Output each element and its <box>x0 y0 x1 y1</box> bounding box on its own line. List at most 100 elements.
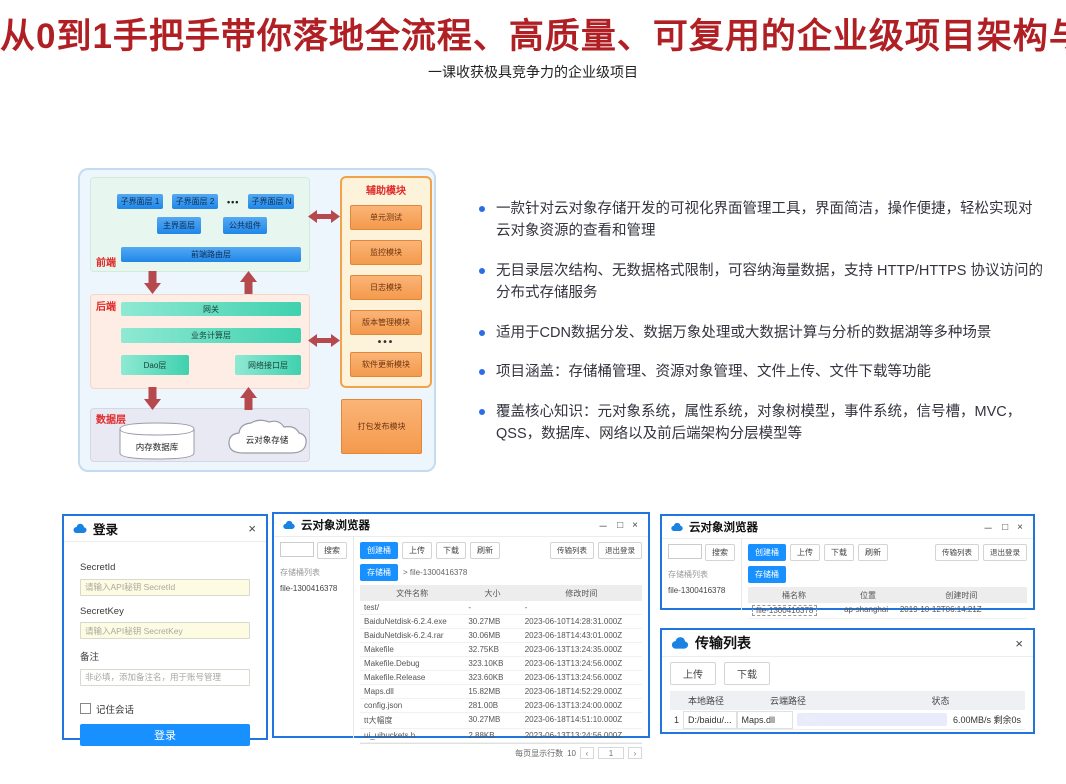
up-arrow-backend-frontend <box>240 271 257 294</box>
svg-text:内存数据库: 内存数据库 <box>136 442 179 452</box>
cloud-icon <box>670 636 690 650</box>
list-item: 一款针对云对象存储开发的可视化界面管理工具，界面简洁，操作便捷，轻松实现对云对象… <box>479 198 1043 243</box>
bucket-list-item[interactable]: file-1300416378 <box>280 584 347 593</box>
remember-session-checkbox[interactable] <box>80 703 91 714</box>
ellipsis-dots: ••• <box>378 340 395 346</box>
note-label: 备注 <box>80 649 250 663</box>
search-button[interactable]: 搜索 <box>705 544 735 561</box>
bucket-name-cell[interactable]: file-1300416378 <box>752 605 817 616</box>
create-bucket-button[interactable]: 创建桶 <box>360 542 398 559</box>
close-icon[interactable]: × <box>1013 636 1025 651</box>
secretid-label: SecretId <box>80 562 250 573</box>
diagram-box-sub-ui-n: 子界面层 N <box>248 194 294 209</box>
login-title-bar: 登录 × <box>64 516 266 542</box>
table-header: 文件名称 大小 修改时间 <box>360 585 642 601</box>
table-row[interactable]: tt大幅度30.27MB2023-06-18T14:51:10.000Z <box>360 713 642 729</box>
upload-tab-button[interactable]: 上传 <box>670 662 716 685</box>
upload-button[interactable]: 上传 <box>402 542 432 559</box>
bucket-root-button[interactable]: 存储桶 <box>360 564 398 581</box>
progress-percent-label: 75% <box>801 713 818 726</box>
table-row[interactable]: test/-- <box>360 601 642 615</box>
bucket-list-item[interactable]: file-1300416378 <box>668 586 735 595</box>
col-bucket-name: 桶名称 <box>748 587 840 603</box>
table-row[interactable]: BaiduNetdisk-6.2.4.rar30.06MB2023-06-18T… <box>360 629 642 643</box>
minimize-icon[interactable]: － <box>981 520 995 535</box>
window-title: 云对象浏览器 <box>689 519 758 535</box>
diagram-box-frontend-router: 前端路由层 <box>121 247 301 262</box>
create-bucket-button[interactable]: 创建桶 <box>748 544 786 561</box>
window-title: 登录 <box>93 519 118 538</box>
close-icon[interactable]: × <box>630 520 640 531</box>
table-row[interactable]: Makefile.Release323.60KB2023-06-13T13:24… <box>360 671 642 685</box>
download-button[interactable]: 下载 <box>436 542 466 559</box>
login-window: 登录 × SecretId SecretKey 备注 记住会话 登录 <box>62 514 268 740</box>
table-header: 桶名称 位置 创建时间 <box>748 587 1027 603</box>
refresh-button[interactable]: 刷新 <box>858 544 888 561</box>
local-path-cell: D:/baidu/... <box>683 711 737 729</box>
col-local-path: 本地路径 <box>684 691 766 710</box>
page-subtitle: 一课收获极具竞争力的企业级项目 <box>0 62 1066 82</box>
table-row[interactable]: ui_uibuckets.h2.88KB2023-06-13T13:24:56.… <box>360 729 642 743</box>
cloud-icon <box>670 522 684 532</box>
next-page-button[interactable]: › <box>628 747 642 759</box>
table-row[interactable]: Maps.dll15.82MB2023-06-18T14:52:29.000Z <box>360 685 642 699</box>
upload-button[interactable]: 上传 <box>790 544 820 561</box>
prev-page-button[interactable]: ‹ <box>580 747 594 759</box>
page-size-label: 每页显示行数 <box>515 748 563 759</box>
backend-zone-label: 后端 <box>96 298 116 313</box>
login-button[interactable]: 登录 <box>80 724 250 746</box>
minimize-icon[interactable]: － <box>596 518 610 533</box>
download-tab-button[interactable]: 下载 <box>724 662 770 685</box>
bullet-dot-icon <box>479 330 485 336</box>
bucket-sidebar: 搜索 存储桶列表 file-1300416378 <box>274 537 354 738</box>
table-row[interactable]: file-1300416378 ap-shanghai 2019-10-12T0… <box>748 603 1027 619</box>
close-icon[interactable]: × <box>1015 522 1025 533</box>
col-remote-path: 云端路径 <box>766 691 856 710</box>
secretkey-field[interactable] <box>80 622 250 639</box>
data-layer-zone: 数据层 内存数据库 云对象存储 <box>90 408 310 462</box>
transfer-list-button[interactable]: 传输列表 <box>935 544 979 561</box>
table-row[interactable]: Makefile.Debug323.10KB2023-06-13T13:24:5… <box>360 657 642 671</box>
col-location: 位置 <box>840 587 896 603</box>
list-item: 覆盖核心知识：元对象系统，属性系统，对象树模型，事件系统，信号槽，MVC，QSS… <box>479 401 1043 446</box>
transfer-row[interactable]: 1 D:/baidu/... Maps.dll 75% 6.00MB/s 剩余0… <box>670 710 1025 730</box>
secretid-field[interactable] <box>80 579 250 596</box>
diagram-box-sub-ui-1: 子界面层 1 <box>117 194 163 209</box>
col-mtime: 修改时间 <box>521 585 642 601</box>
close-icon[interactable]: × <box>246 521 258 536</box>
logout-button[interactable]: 退出登录 <box>598 542 642 559</box>
maximize-icon[interactable]: □ <box>615 520 625 531</box>
page-title: 从0到1手把手带你落地全流程、高质量、可复用的企业级项目架构与业务 <box>0 8 1066 59</box>
bullet-text: 无目录层次结构、无数据格式限制，可容纳海量数据，支持 HTTP/HTTPS 协议… <box>496 260 1043 305</box>
refresh-button[interactable]: 刷新 <box>470 542 500 559</box>
cloud-object-storage-icon: 云对象存储 <box>221 417 311 461</box>
search-input[interactable] <box>668 544 702 559</box>
diagram-box-common-components: 公共组件 <box>223 217 267 234</box>
memory-database-cylinder-icon: 内存数据库 <box>118 422 196 460</box>
window-title: 传输列表 <box>695 633 751 653</box>
table-row[interactable]: Makefile32.75KB2023-06-13T13:24:35.000Z <box>360 643 642 657</box>
logout-button[interactable]: 退出登录 <box>983 544 1027 561</box>
transfer-list-button[interactable]: 传输列表 <box>550 542 594 559</box>
maximize-icon[interactable]: □ <box>1000 522 1010 533</box>
bullet-dot-icon <box>479 268 485 274</box>
bucket-ctime-cell: 2019-10-12T06:14:21Z <box>896 603 1027 618</box>
table-row[interactable]: BaiduNetdisk-6.2.4.exe30.27MB2023-06-10T… <box>360 615 642 629</box>
list-item: 适用于CDN数据分发、数据万象处理或大数据计算与分析的数据湖等多种场景 <box>479 322 1043 344</box>
window-title-bar: 传输列表 × <box>662 630 1033 657</box>
table-row[interactable]: config.json281.00B2023-06-13T13:24:00.00… <box>360 699 642 713</box>
aux-modules-title: 辅助模块 <box>366 182 406 197</box>
diagram-box-monitor-module: 监控模块 <box>350 240 422 265</box>
transfer-speed-label: 6.00MB/s 剩余0s <box>953 713 1021 726</box>
diagram-box-business-layer: 业务计算层 <box>121 328 301 343</box>
bucket-root-button[interactable]: 存储桶 <box>748 566 786 583</box>
current-page-field[interactable]: 1 <box>598 747 624 759</box>
download-button[interactable]: 下载 <box>824 544 854 561</box>
search-button[interactable]: 搜索 <box>317 542 347 559</box>
frontend-zone: 子界面层 1 子界面层 2 ••• 子界面层 N 主界面层 公共组件 前端路由层… <box>90 177 310 272</box>
bucket-sidebar: 搜索 存储桶列表 file-1300416378 <box>662 539 742 610</box>
frontend-zone-label: 前端 <box>96 254 116 269</box>
search-input[interactable] <box>280 542 314 557</box>
note-field[interactable] <box>80 669 250 686</box>
backend-zone: 后端 网关 业务计算层 Dao层 网络接口层 <box>90 294 310 389</box>
